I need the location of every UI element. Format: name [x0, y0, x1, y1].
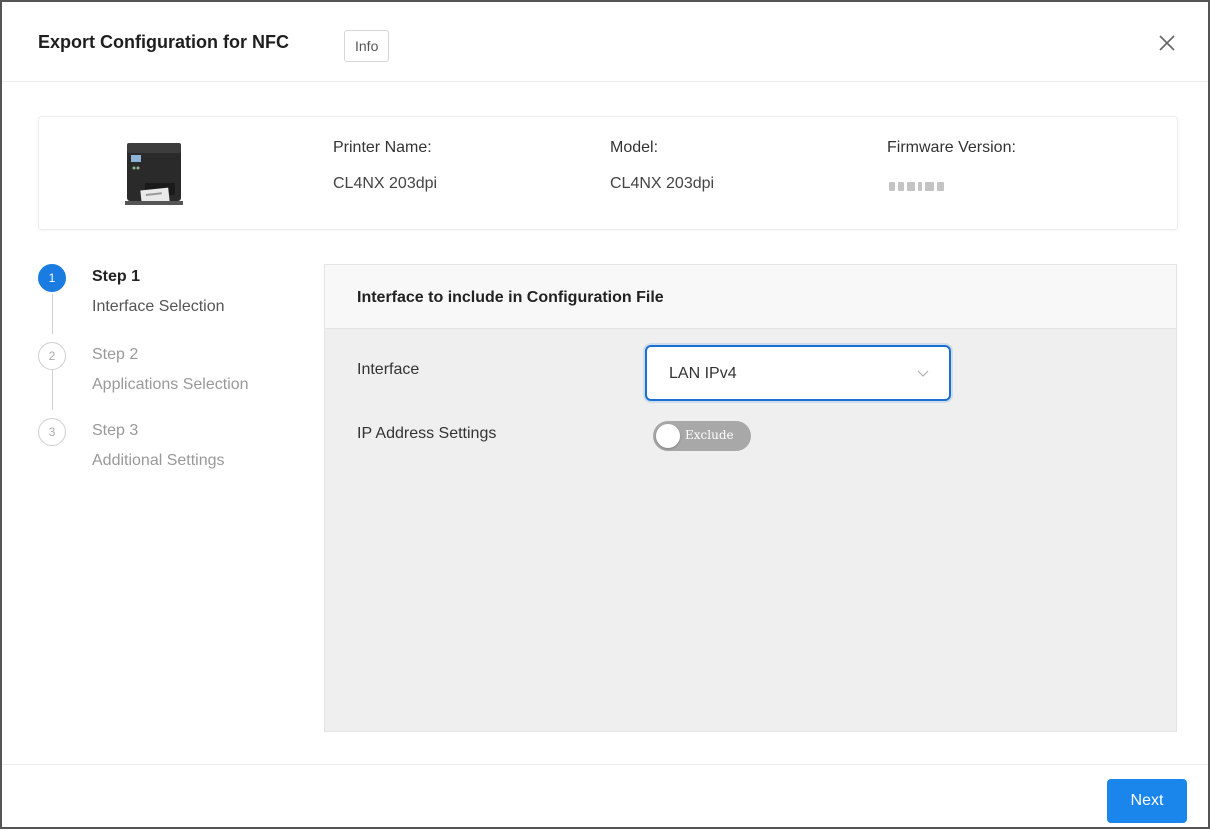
- step-number-badge: 1: [38, 264, 66, 292]
- toggle-state-label: Exclude: [685, 428, 734, 442]
- dialog-header: Export Configuration for NFC Info: [2, 2, 1208, 82]
- interface-label: Interface: [357, 361, 420, 378]
- step-title: Step 2: [92, 346, 139, 363]
- printer-name-value: CL4NX 203dpi: [333, 175, 438, 192]
- step-title: Step 1: [92, 268, 141, 285]
- printer-info-card: Printer Name: CL4NX 203dpi Model: CL4NX …: [38, 116, 1178, 230]
- ip-address-settings-label: IP Address Settings: [357, 425, 497, 442]
- step-number-badge: 3: [38, 418, 66, 446]
- interface-select[interactable]: LAN IPv4: [645, 345, 951, 401]
- interface-panel: Interface to include in Configuration Fi…: [324, 264, 1177, 732]
- info-button[interactable]: Info: [344, 30, 390, 62]
- close-icon[interactable]: [1158, 34, 1176, 52]
- panel-title: Interface to include in Configuration Fi…: [357, 289, 664, 306]
- firmware-value-redacted: [889, 179, 951, 193]
- printer-image: [125, 143, 183, 205]
- dialog-title: Export Configuration for NFC: [38, 32, 289, 52]
- printer-name-label: Printer Name:: [333, 139, 432, 156]
- step-connector: [52, 294, 53, 334]
- step-subtitle: Applications Selection: [92, 376, 249, 393]
- dialog-footer: Next: [2, 764, 1208, 831]
- next-button[interactable]: Next: [1107, 779, 1187, 823]
- chevron-down-icon: [917, 370, 929, 377]
- step-indicator: 1 Step 1 Interface Selection 2 Step 2 Ap…: [38, 264, 298, 504]
- step-number-badge: 2: [38, 342, 66, 370]
- ip-address-toggle[interactable]: Exclude: [653, 421, 751, 451]
- step-title: Step 3: [92, 422, 139, 439]
- model-label: Model:: [610, 139, 659, 156]
- toggle-knob: [656, 424, 680, 448]
- model-value: CL4NX 203dpi: [610, 175, 715, 192]
- export-config-dialog: Export Configuration for NFC Info Printe…: [0, 0, 1210, 829]
- step-subtitle: Additional Settings: [92, 452, 225, 469]
- step-subtitle: Interface Selection: [92, 298, 225, 315]
- panel-header: Interface to include in Configuration Fi…: [325, 265, 1176, 329]
- step-connector: [52, 370, 53, 410]
- interface-select-value: LAN IPv4: [669, 365, 737, 382]
- firmware-label: Firmware Version:: [887, 139, 1016, 156]
